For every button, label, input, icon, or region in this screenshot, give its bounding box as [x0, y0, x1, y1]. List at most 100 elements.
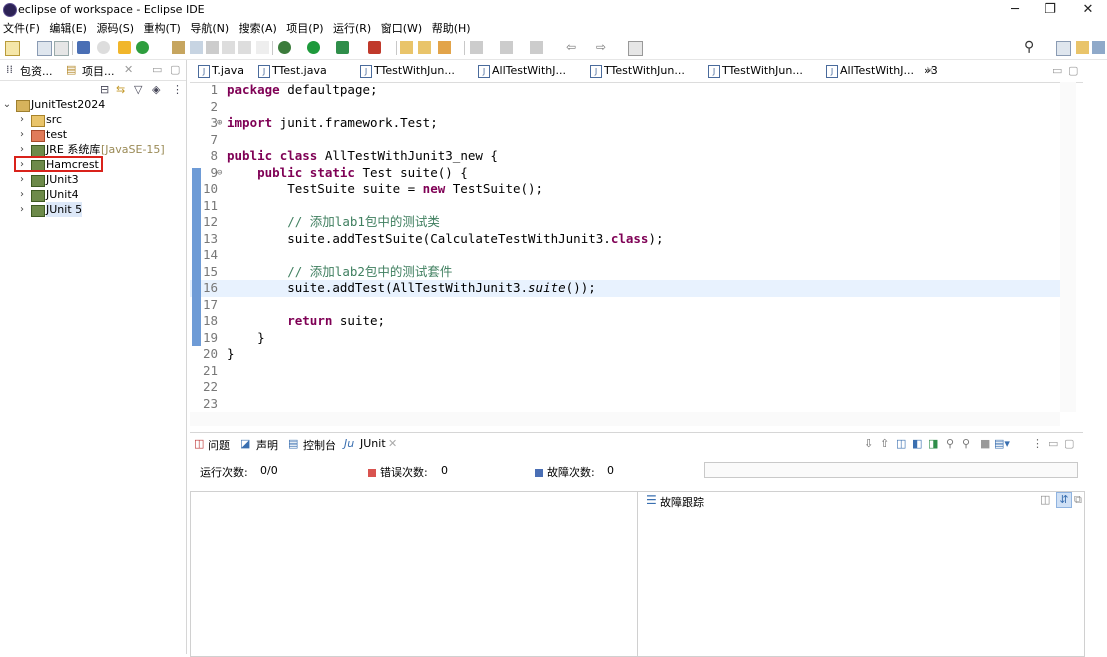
menu-window[interactable]: 窗口(W) — [381, 20, 422, 37]
collapse-all-icon[interactable]: ⊟ — [100, 83, 109, 96]
code-line[interactable]: 19 } — [190, 330, 1060, 347]
debug-icon[interactable] — [278, 41, 291, 54]
chevron-right-icon[interactable]: › — [17, 172, 27, 187]
focus-icon[interactable]: ◈ — [152, 83, 160, 96]
open-folder-icon[interactable] — [418, 41, 431, 54]
history-icon[interactable]: ▤▾ — [994, 437, 1010, 450]
forward-icon[interactable]: ⇨ — [596, 41, 609, 54]
code-line[interactable]: 3 ⊕ import junit.framework.Test; — [190, 115, 1060, 132]
close-button[interactable]: ✕ — [1068, 0, 1107, 20]
tab-ttestwithjunit-1[interactable]: J TTestWithJun... — [356, 60, 455, 82]
open-perspective-icon[interactable] — [1056, 41, 1071, 56]
test-results-tree[interactable] — [190, 491, 638, 657]
vertical-scrollbar[interactable] — [1060, 82, 1076, 412]
menu-refactor[interactable]: 重构(T) — [144, 20, 181, 37]
menu-run[interactable]: 运行(R) — [333, 20, 371, 37]
minimize-view-icon[interactable]: ▭ — [1048, 437, 1058, 450]
minimize-button[interactable]: ─ — [995, 0, 1035, 20]
terminal-icon[interactable] — [77, 41, 90, 54]
open-type-icon[interactable] — [400, 41, 413, 54]
code-line[interactable]: 2 — [190, 99, 1060, 116]
code-line[interactable]: 22 — [190, 379, 1060, 396]
menu-file[interactable]: 文件(F) — [3, 20, 40, 37]
search-icon[interactable]: ⚲ — [1024, 40, 1037, 54]
previous-failure-icon[interactable]: ⇧ — [880, 437, 889, 450]
code-line[interactable]: 11 — [190, 198, 1060, 215]
tree-item-junit4[interactable]: › JUnit4 — [0, 187, 186, 202]
tab-junit[interactable]: JUnit — [360, 437, 386, 450]
tree-item-src[interactable]: › src — [0, 112, 186, 127]
chevron-right-icon[interactable]: › — [17, 202, 27, 217]
save-icon[interactable] — [37, 41, 52, 56]
code-line[interactable]: 9 ⊖ public static Test suite() { — [190, 165, 1060, 182]
code-line[interactable]: 10 TestSuite suite = new TestSuite(); — [190, 181, 1060, 198]
maximize-view-icon[interactable]: ▢ — [170, 63, 180, 76]
tab-problems[interactable]: 问题 — [208, 437, 230, 453]
chevron-right-icon[interactable]: › — [17, 187, 27, 202]
rerun-failed-first-icon[interactable]: ⚲ — [962, 437, 970, 450]
code-line[interactable]: 1 package defaultpage; — [190, 82, 1060, 99]
minimize-editor-icon[interactable]: ▭ — [1052, 64, 1062, 77]
horizontal-scrollbar[interactable] — [190, 412, 1060, 426]
menu-source[interactable]: 源码(S) — [96, 20, 134, 37]
block-icon[interactable] — [222, 41, 235, 54]
menu-help[interactable]: 帮助(H) — [432, 20, 471, 37]
menu-project[interactable]: 项目(P) — [286, 20, 323, 37]
new-icon[interactable] — [5, 41, 20, 56]
fold-toggle-icon[interactable]: ⊕ — [217, 115, 222, 132]
code-line[interactable]: 7 — [190, 132, 1060, 149]
tree-item-jre[interactable]: › JRE 系统库 [JavaSE-15] — [0, 142, 186, 157]
maximize-button[interactable]: ❐ — [1030, 0, 1070, 20]
skip-breakpoints-icon[interactable] — [97, 41, 110, 54]
menu-search[interactable]: 搜索(A) — [239, 20, 277, 37]
whitespace-icon[interactable] — [256, 41, 269, 54]
code-line[interactable]: 23 — [190, 396, 1060, 413]
last-edit-icon[interactable] — [530, 41, 543, 54]
tree-item-junit3[interactable]: › JUnit3 — [0, 172, 186, 187]
tree-item-junit5[interactable]: › JUnit 5 — [0, 202, 186, 217]
tab-declaration[interactable]: 声明 — [256, 437, 278, 453]
java-perspective-icon[interactable] — [1076, 41, 1089, 54]
tree-item-project[interactable]: ⌄ JunitTest2024 — [0, 97, 186, 112]
rerun-failed-icon[interactable]: ⚲ — [946, 437, 954, 450]
pin-editor-icon[interactable] — [628, 41, 643, 56]
code-line[interactable]: 13 suite.addTestSuite(CalculateTestWithJ… — [190, 231, 1060, 248]
show-failures-icon[interactable]: ◫ — [896, 437, 906, 450]
view-menu-icon[interactable]: ⋮ — [172, 83, 183, 96]
tab-console[interactable]: 控制台 — [303, 437, 336, 453]
tab-ttest-java[interactable]: J TTest.java — [254, 60, 327, 82]
external-tools-icon[interactable] — [368, 41, 381, 54]
tab-ttestwithjunit-3[interactable]: J TTestWithJun... — [704, 60, 803, 82]
debug-perspective-icon[interactable] — [1092, 41, 1105, 54]
maximize-view-icon[interactable]: ▢ — [1064, 437, 1074, 450]
tab-ttestwithjunit-2[interactable]: J TTestWithJun... — [586, 60, 685, 82]
tab-project-explorer[interactable]: 项目... — [82, 63, 115, 79]
fold-toggle-icon[interactable]: ⊖ — [217, 165, 222, 182]
chevron-right-icon[interactable]: › — [17, 112, 27, 127]
copy-trace-icon[interactable]: ⧉ — [1074, 493, 1082, 507]
menu-edit[interactable]: 编辑(E) — [49, 20, 87, 37]
toggle-icon[interactable] — [190, 41, 203, 54]
chevron-right-icon[interactable]: › — [17, 142, 27, 157]
next-annotation-icon[interactable] — [470, 41, 483, 54]
scroll-lock-icon[interactable]: ◧ — [912, 437, 922, 450]
stop-icon[interactable]: ■ — [980, 437, 990, 450]
view-menu-icon[interactable]: ⋮ — [1032, 437, 1043, 450]
next-failure-icon[interactable]: ⇩ — [864, 437, 873, 450]
code-line[interactable]: 21 — [190, 363, 1060, 380]
format-icon[interactable] — [206, 41, 219, 54]
run-icon[interactable] — [307, 41, 320, 54]
minimize-view-icon[interactable]: ▭ — [152, 63, 162, 76]
marker-icon[interactable] — [172, 41, 185, 54]
tab-alltestwithj-1[interactable]: J AllTestWithJ... — [474, 60, 566, 82]
code-area[interactable]: 1 package defaultpage; 2 3 ⊕ import junit.fra… — [190, 82, 1060, 412]
filter-icon[interactable]: ▽ — [134, 83, 142, 96]
code-line[interactable]: 14 — [190, 247, 1060, 264]
menu-navigate[interactable]: 导航(N) — [190, 20, 229, 37]
chevron-right-icon[interactable]: › — [17, 127, 27, 142]
wrap-icon[interactable] — [238, 41, 251, 54]
build-icon[interactable] — [118, 41, 131, 54]
refresh-icon[interactable] — [136, 41, 149, 54]
code-line[interactable]: 12 // 添加lab1包中的测试类 — [190, 214, 1060, 231]
close-icon[interactable]: ✕ — [124, 63, 133, 76]
